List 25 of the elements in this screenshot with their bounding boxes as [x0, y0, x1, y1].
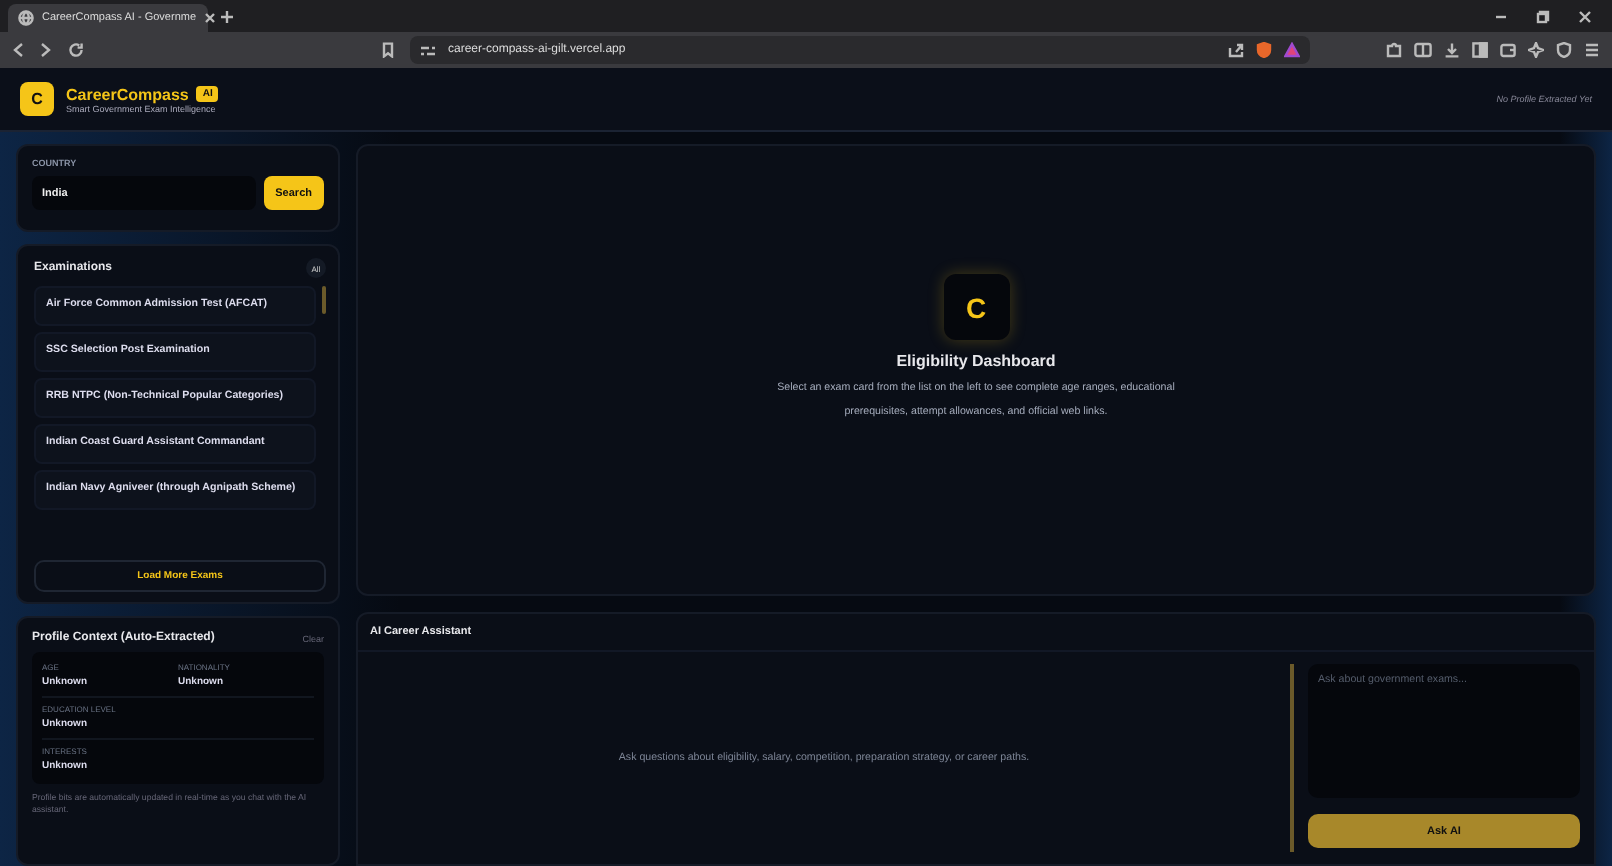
menu-icon[interactable] [1584, 42, 1600, 58]
globe-icon [18, 10, 34, 26]
site-settings-icon[interactable] [420, 43, 436, 57]
sidebar-icon[interactable] [1472, 42, 1488, 58]
sparkle-icon[interactable] [1528, 42, 1544, 58]
back-icon[interactable] [12, 42, 24, 58]
shield-icon[interactable] [1556, 42, 1572, 58]
dashboard-title: Eligibility Dashboard [896, 352, 1056, 371]
reload-icon[interactable] [68, 42, 84, 58]
share-icon[interactable] [1228, 42, 1244, 58]
app-title: CareerCompass [66, 85, 189, 103]
restore-icon[interactable] [1536, 9, 1550, 23]
close-icon[interactable] [1578, 9, 1592, 23]
download-icon[interactable] [1444, 42, 1460, 58]
forward-icon[interactable] [40, 42, 52, 58]
shield-icon[interactable] [1256, 42, 1272, 58]
close-icon[interactable] [204, 12, 217, 24]
wallet-icon[interactable] [1500, 42, 1516, 58]
plus-icon[interactable] [220, 9, 234, 23]
triangle-icon[interactable] [1284, 42, 1300, 58]
reader-icon[interactable] [1414, 42, 1432, 58]
logo-icon: C [20, 82, 54, 116]
logo-icon: C [943, 274, 1009, 341]
bookmark-icon[interactable] [382, 42, 394, 58]
scrollbar-thumb[interactable] [322, 286, 326, 314]
